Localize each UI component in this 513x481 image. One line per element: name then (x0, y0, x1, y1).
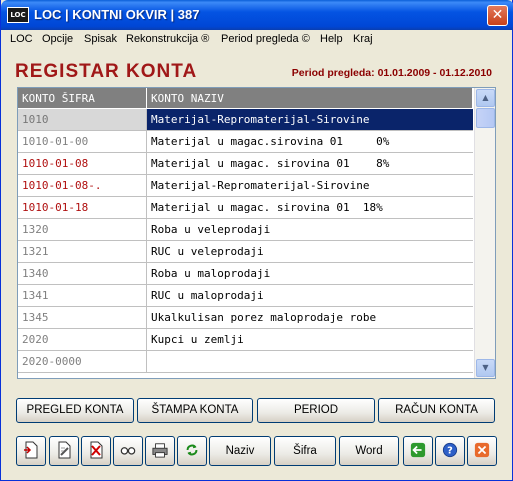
cell-konto-sifra: 1321 (18, 241, 147, 263)
print-button[interactable] (145, 436, 175, 466)
column-header-sifra[interactable]: KONTO ŠIFRA (18, 88, 147, 109)
cell-konto-sifra: 1010-01-08-. (18, 175, 147, 197)
cell-konto-naziv: Materijal-Repromaterijal-Sirovine (147, 175, 473, 197)
cell-konto-naziv: Roba u veleprodaji (147, 219, 473, 241)
stampa-konta-button[interactable]: ŠTAMPA KONTA (137, 398, 253, 423)
scroll-down-button[interactable]: ▼ (476, 359, 495, 377)
vertical-scrollbar[interactable]: ▲ ▼ (474, 88, 495, 378)
exit-button[interactable] (467, 436, 497, 466)
cell-konto-naziv: Materijal-Repromaterijal-Sirovine (147, 109, 473, 131)
back-button[interactable] (403, 436, 433, 466)
naziv-button[interactable]: Naziv (209, 436, 271, 466)
window-title: LOC | KONTNI OKVIR | 387 (34, 7, 200, 22)
view-button[interactable] (113, 436, 143, 466)
word-button[interactable]: Word (339, 436, 399, 466)
app-window: LOC LOC | KONTNI OKVIR | 387 ✕ LOC Opcij… (0, 0, 513, 481)
cell-konto-sifra: 2020-0000 (18, 351, 147, 373)
cell-konto-sifra: 1345 (18, 307, 147, 329)
cell-konto-sifra: 1010 (18, 109, 147, 131)
table-row[interactable]: 1341 RUC u maloprodaji (18, 285, 473, 307)
cell-konto-sifra: 1010-01-08 (18, 153, 147, 175)
table-row[interactable]: 1010-01-00 Materijal u magac.sirovina 01 … (18, 131, 473, 153)
cell-konto-sifra: 1340 (18, 263, 147, 285)
menu-kraj[interactable]: Kraj (353, 33, 373, 45)
menu-help[interactable]: Help (320, 33, 343, 45)
glasses-icon (120, 447, 136, 455)
cell-konto-naziv: Materijal u magac.sirovina 01 0% (147, 131, 473, 153)
close-window-button[interactable]: ✕ (487, 5, 508, 26)
new-document-icon (24, 441, 38, 459)
printer-icon (152, 443, 168, 458)
cell-konto-sifra: 2020 (18, 329, 147, 351)
menu-spisak[interactable]: Spisak (84, 33, 117, 45)
delete-document-button[interactable] (81, 436, 111, 466)
table-row[interactable]: 1010-01-18 Materijal u magac. sirovina 01… (18, 197, 473, 219)
cell-konto-sifra: 1010-01-00 (18, 131, 147, 153)
back-arrow-icon (410, 442, 426, 458)
table-row[interactable]: 1345 Ukalkulisan porez maloprodaje robe (18, 307, 473, 329)
column-header-naziv[interactable]: KONTO NAZIV (147, 88, 473, 109)
svg-text:?: ? (447, 446, 453, 457)
menu-rekonstrukcija[interactable]: Rekonstrukcija ® (126, 33, 209, 45)
refresh-icon (186, 444, 198, 456)
cell-konto-sifra: 1320 (18, 219, 147, 241)
table-row[interactable]: 1340 Roba u maloprodaji (18, 263, 473, 285)
help-icon: ? (442, 442, 458, 458)
cell-konto-naziv: RUC u veleprodaji (147, 241, 473, 263)
scroll-up-button[interactable]: ▲ (476, 89, 495, 107)
racun-konta-button[interactable]: RAČUN KONTA (378, 398, 495, 423)
page-title: REGISTAR KONTA (15, 61, 198, 82)
cell-konto-naziv: Ukalkulisan porez maloprodaje robe (147, 307, 473, 329)
cell-konto-naziv: RUC u maloprodaji (147, 285, 473, 307)
new-document-button[interactable] (16, 436, 46, 466)
help-button[interactable]: ? (435, 436, 465, 466)
close-icon (474, 442, 490, 458)
edit-document-icon (58, 441, 71, 459)
menu-opcije[interactable]: Opcije (42, 33, 73, 45)
title-bar[interactable]: LOC LOC | KONTNI OKVIR | 387 ✕ (1, 0, 513, 30)
cell-konto-sifra: 1341 (18, 285, 147, 307)
table-row[interactable]: 1010-01-08-. Materijal-Repromaterijal-Sir… (18, 175, 473, 197)
cell-konto-naziv: Kupci u zemlji (147, 329, 473, 351)
scroll-thumb[interactable] (476, 108, 495, 128)
pregled-konta-button[interactable]: PREGLED KONTA (16, 398, 134, 423)
sifra-button[interactable]: Šifra (274, 436, 336, 466)
accounts-table: KONTO ŠIFRA KONTO NAZIV 1010 Materijal-Re… (17, 87, 496, 379)
cell-konto-naziv: Materijal u magac. sirovina 01 18% (147, 197, 473, 219)
cell-konto-sifra: 1010-01-18 (18, 197, 147, 219)
table-row[interactable]: 1010 Materijal-Repromaterijal-Sirovine (18, 109, 473, 131)
table-row[interactable]: 2020-0000 (18, 351, 473, 373)
edit-document-button[interactable] (49, 436, 79, 466)
app-icon: LOC (7, 7, 29, 23)
menu-loc[interactable]: LOC (10, 33, 33, 45)
table-row[interactable]: 1321 RUC u veleprodaji (18, 241, 473, 263)
table-header: KONTO ŠIFRA KONTO NAZIV (18, 88, 473, 109)
menu-bar: LOC Opcije Spisak Rekonstrukcija ® Perio… (2, 30, 512, 49)
delete-document-icon (90, 441, 103, 459)
menu-period-pregleda[interactable]: Period pregleda © (221, 33, 310, 45)
cell-konto-naziv (147, 351, 473, 373)
cell-konto-naziv: Materijal u magac. sirovina 01 8% (147, 153, 473, 175)
period-label: Period pregleda: 01.01.2009 - 01.12.2010 (291, 67, 492, 79)
cell-konto-naziv: Roba u maloprodaji (147, 263, 473, 285)
table-row[interactable]: 1320 Roba u veleprodaji (18, 219, 473, 241)
period-button[interactable]: PERIOD (257, 398, 375, 423)
refresh-button[interactable] (177, 436, 207, 466)
table-row[interactable]: 2020 Kupci u zemlji (18, 329, 473, 351)
table-row[interactable]: 1010-01-08 Materijal u magac. sirovina 01… (18, 153, 473, 175)
